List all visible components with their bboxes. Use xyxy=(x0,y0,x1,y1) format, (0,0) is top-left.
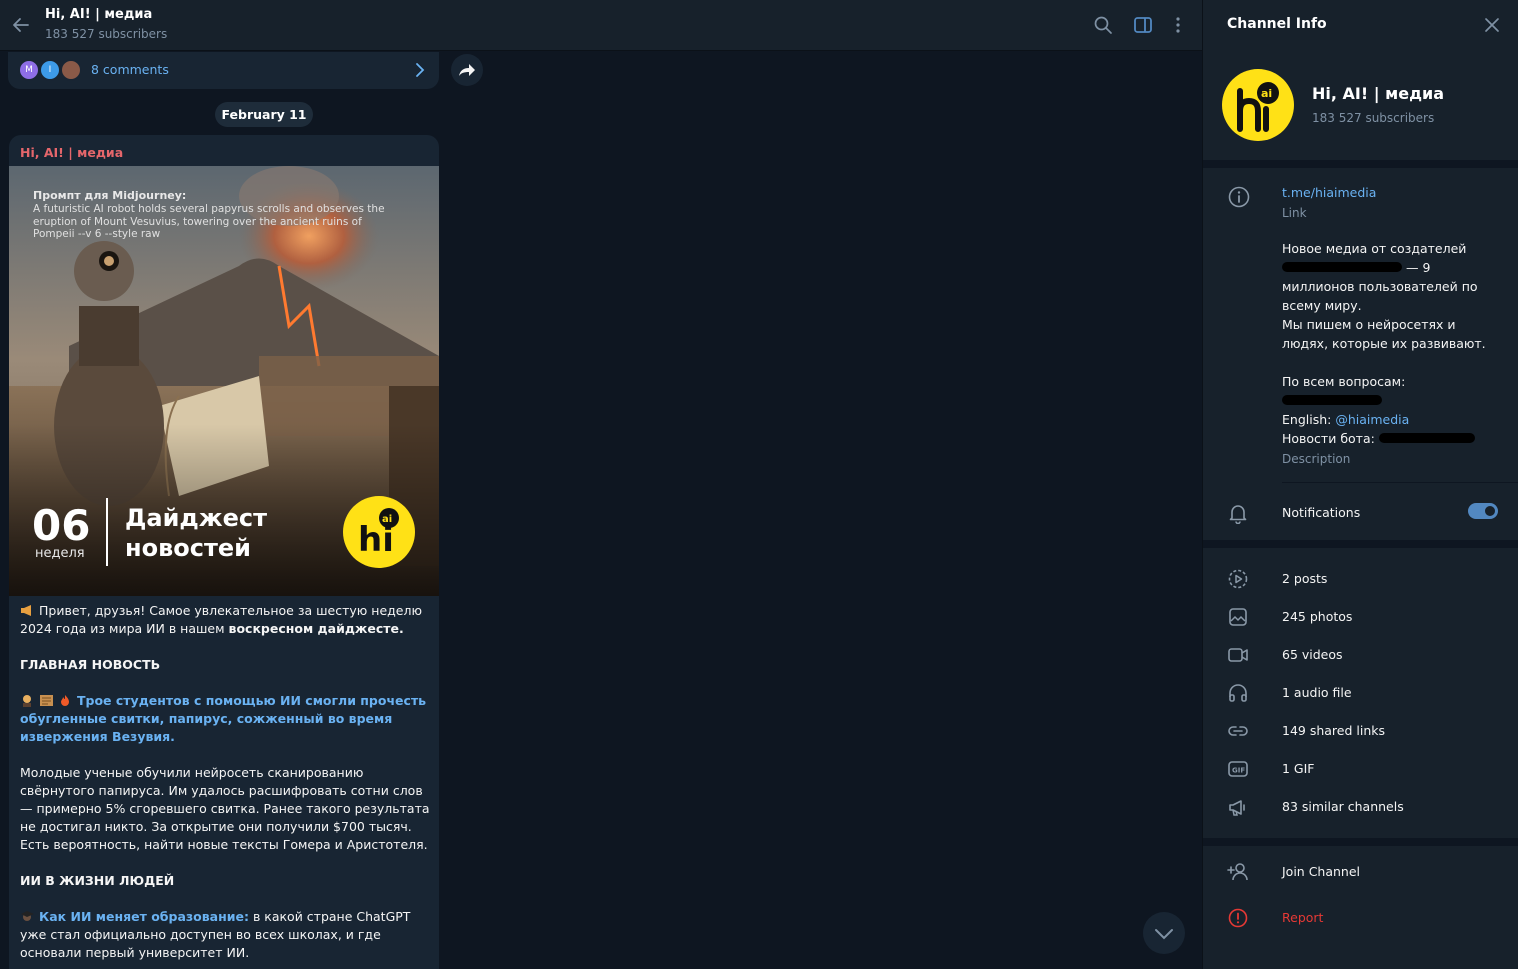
heading-ai-life: ИИ В ЖИЗНИ ЛЮДЕЙ xyxy=(20,873,175,888)
link-icon xyxy=(1227,720,1249,742)
fire-icon xyxy=(58,694,73,707)
share-button[interactable] xyxy=(451,54,483,86)
post-text: Привет, друзья! Самое увлекательное за ш… xyxy=(20,602,432,969)
gif-icon: GIF xyxy=(1227,758,1249,780)
week-number: 06 xyxy=(32,501,90,550)
main-news-item: Трое студентов с помощью ИИ смогли проче… xyxy=(20,692,432,746)
heading-main-news: ГЛАВНАЯ НОВОСТЬ xyxy=(20,657,161,672)
comments-count: 8 comments xyxy=(91,62,169,77)
post-author[interactable]: Hi, AI! | медиа xyxy=(20,145,123,160)
horn-icon xyxy=(20,604,35,617)
link-caption: Link xyxy=(1282,206,1307,220)
chevron-down-icon xyxy=(1155,929,1173,940)
media-row-posts[interactable]: 2 posts xyxy=(1203,560,1518,598)
prompt-text: A futuristic AI robot holds several papy… xyxy=(33,203,385,240)
media-row-links[interactable]: 149 shared links xyxy=(1203,712,1518,750)
bell-icon xyxy=(1227,502,1249,524)
video-circle-icon xyxy=(1227,568,1249,590)
graduate-icon xyxy=(20,910,35,923)
channel-subscribers: 183 527 subscribers xyxy=(1312,111,1435,125)
panel-profile-section: Channel Info ai Hi, AI! | медиа 183 527 … xyxy=(1203,0,1518,160)
scroll-down-button[interactable] xyxy=(1143,912,1185,954)
sidebar-toggle-icon[interactable] xyxy=(1132,14,1154,36)
share-arrow-icon xyxy=(459,64,475,76)
channel-name: Hi, AI! | медиа xyxy=(1312,84,1444,103)
avatar: I xyxy=(39,59,61,81)
scroll-icon xyxy=(39,694,54,707)
media-row-audio[interactable]: 1 audio file xyxy=(1203,674,1518,712)
report-button[interactable]: Report xyxy=(1282,910,1323,925)
megaphone-icon xyxy=(1227,796,1249,818)
redacted-handle xyxy=(1282,262,1402,272)
back-arrow-icon[interactable] xyxy=(10,14,32,36)
report-icon xyxy=(1227,907,1249,929)
svg-text:GIF: GIF xyxy=(1232,767,1245,775)
week-label: неделя xyxy=(35,546,85,561)
redacted-bot-link xyxy=(1378,433,1475,443)
divider xyxy=(1282,482,1518,483)
channel-post: Hi, AI! | медиа Промпт для Midjourney: A… xyxy=(9,135,439,969)
close-icon[interactable] xyxy=(1483,16,1501,34)
add-user-icon xyxy=(1227,861,1249,883)
avatar-badge: ai xyxy=(1261,87,1272,100)
notifications-label: Notifications xyxy=(1282,505,1361,520)
digest-title-1: Дайджест xyxy=(125,504,267,532)
telegram-app: Hi, AI! | медиа 183 527 subscribers M I … xyxy=(0,0,1518,969)
description-caption: Description xyxy=(1282,452,1351,466)
chat-title[interactable]: Hi, AI! | медиа xyxy=(45,7,152,22)
main-news-paragraph: Молодые ученые обучили нейросеть сканиро… xyxy=(20,765,430,852)
date-separator: February 11 xyxy=(215,102,313,127)
redacted-contact xyxy=(1282,395,1382,405)
media-row-photos[interactable]: 245 photos xyxy=(1203,598,1518,636)
media-row-gif[interactable]: GIF 1 GIF xyxy=(1203,750,1518,788)
join-channel-button[interactable]: Join Channel xyxy=(1282,864,1360,879)
channel-description: Новое медиа от создателей — 9 миллионов … xyxy=(1282,241,1486,446)
chat-area: M I 8 comments February 11 Hi, AI! | мед… xyxy=(0,52,1202,969)
chevron-right-icon xyxy=(413,61,427,79)
logo-badge: ai xyxy=(382,514,392,525)
channel-link[interactable]: t.me/hiaimedia xyxy=(1282,185,1376,200)
video-camera-icon xyxy=(1227,644,1249,666)
info-icon xyxy=(1227,185,1251,209)
english-channel-link[interactable]: @hiaimedia xyxy=(1335,412,1409,427)
headphones-icon xyxy=(1227,682,1249,704)
channel-avatar[interactable]: ai xyxy=(1222,69,1294,141)
comments-bar[interactable]: M I 8 comments xyxy=(8,52,439,89)
post-intro: Привет, друзья! Самое увлекательное за ш… xyxy=(20,603,422,636)
avatar xyxy=(60,59,82,81)
panel-title: Channel Info xyxy=(1227,16,1327,32)
search-icon[interactable] xyxy=(1092,14,1114,36)
channel-info-panel: Channel Info ai Hi, AI! | медиа 183 527 … xyxy=(1202,0,1518,969)
student-icon xyxy=(20,694,35,707)
chat-subscribers: 183 527 subscribers xyxy=(45,27,168,41)
more-options-icon[interactable] xyxy=(1167,14,1189,36)
avatar: M xyxy=(18,59,40,81)
post-image[interactable]: Промпт для Midjourney: A futuristic AI r… xyxy=(9,166,439,596)
media-row-similar[interactable]: 83 similar channels xyxy=(1203,788,1518,826)
photo-icon xyxy=(1227,606,1249,628)
ai-life-link[interactable]: Как ИИ меняет образование: xyxy=(39,909,249,924)
ai-life-item: Как ИИ меняет образование: в какой стран… xyxy=(20,909,411,960)
chat-header: Hi, AI! | медиа 183 527 subscribers xyxy=(0,0,1202,51)
prompt-title: Промпт для Midjourney: xyxy=(33,189,186,202)
notifications-toggle[interactable] xyxy=(1468,503,1498,519)
main-news-link[interactable]: Трое студентов с помощью ИИ смогли проче… xyxy=(20,693,426,744)
media-row-videos[interactable]: 65 videos xyxy=(1203,636,1518,674)
digest-title-2: новостей xyxy=(125,534,251,562)
panel-actions-section xyxy=(1203,846,1518,969)
